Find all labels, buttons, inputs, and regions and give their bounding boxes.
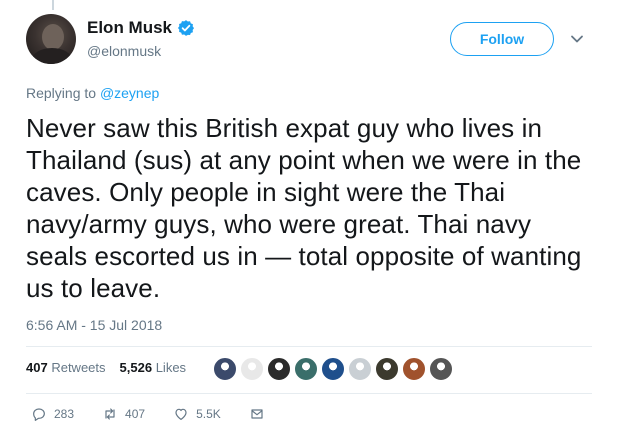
follow-button[interactable]: Follow: [450, 22, 554, 56]
replying-to: Replying to @zeynep: [26, 85, 159, 101]
direct-message-action[interactable]: [249, 406, 265, 422]
reply-icon: [33, 408, 45, 421]
reply-action[interactable]: 283: [31, 406, 74, 422]
author-name[interactable]: Elon Musk: [87, 18, 195, 38]
author-display-name[interactable]: Elon Musk: [87, 18, 172, 38]
liker-avatar[interactable]: [267, 357, 291, 381]
liker-avatar[interactable]: [429, 357, 453, 381]
heart-icon: [175, 408, 187, 420]
envelope-icon: [251, 409, 263, 419]
replying-prefix: Replying to: [26, 85, 97, 101]
tweet-text: Never saw this British expat guy who liv…: [26, 113, 582, 303]
likes-label: Likes: [155, 360, 187, 375]
tweet-actions: 283 407 5.5K: [26, 406, 265, 422]
verified-badge-icon: [177, 20, 195, 36]
avatar-shoulders: [32, 48, 72, 64]
retweet-action[interactable]: 407: [102, 406, 145, 422]
retweet-count: 407: [125, 407, 146, 421]
likes-stat[interactable]: 5,526 Likes: [120, 360, 187, 375]
tweet-header: Elon Musk @elonmusk Follow: [26, 14, 596, 66]
liker-avatar[interactable]: [375, 357, 399, 381]
liker-avatar[interactable]: [348, 357, 372, 381]
retweet-icon: [105, 408, 115, 420]
likes-count: 5,526: [119, 360, 153, 375]
replying-to-link[interactable]: @zeynep: [100, 85, 159, 101]
liker-avatar[interactable]: [213, 357, 237, 381]
author-names: Elon Musk @elonmusk: [87, 18, 195, 59]
like-count: 5.5K: [196, 407, 221, 421]
chevron-down-icon[interactable]: [570, 34, 584, 44]
reply-count: 283: [54, 407, 75, 421]
liker-avatar[interactable]: [240, 357, 264, 381]
divider: [26, 393, 592, 394]
retweets-label: Retweets: [51, 360, 106, 375]
tweet-timestamp[interactable]: 6:56 AM - 15 Jul 2018: [26, 317, 162, 333]
retweets-count: 407: [26, 360, 48, 375]
author-handle[interactable]: @elonmusk: [87, 43, 195, 59]
avatar[interactable]: [26, 14, 76, 64]
retweets-stat[interactable]: 407 Retweets: [26, 360, 106, 375]
avatar-face: [42, 24, 64, 50]
tweet-stats: 407 Retweets 5,526 Likes: [26, 360, 186, 375]
liker-avatar[interactable]: [294, 357, 318, 381]
liker-avatar[interactable]: [321, 357, 345, 381]
thread-line: [52, 0, 54, 10]
liker-avatar[interactable]: [402, 357, 426, 381]
like-action[interactable]: 5.5K: [173, 406, 221, 422]
divider: [26, 346, 592, 347]
liker-avatars: [213, 357, 453, 381]
